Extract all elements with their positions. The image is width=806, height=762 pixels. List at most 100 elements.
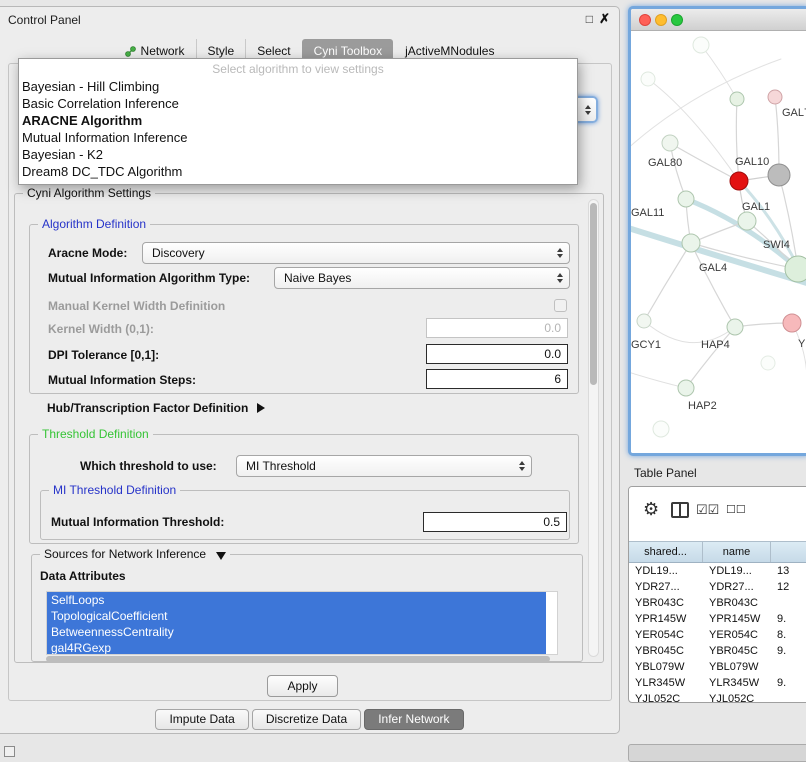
network-node[interactable]: [641, 72, 655, 86]
dpi-tolerance-field[interactable]: 0.0: [426, 344, 568, 364]
table-cell: YPR145W: [703, 613, 771, 625]
dpi-tolerance-label: DPI Tolerance [0,1]:: [48, 348, 159, 362]
attribute-item-betweennesscentrality[interactable]: BetweennessCentrality: [47, 624, 546, 640]
network-node[interactable]: [727, 319, 743, 335]
network-node[interactable]: [738, 212, 756, 230]
table-row[interactable]: YJL052CYJL052C: [629, 691, 806, 702]
table-row[interactable]: YER054CYER054C8.: [629, 627, 806, 643]
node-label-gcy1: GCY1: [631, 339, 661, 351]
dropdown-placeholder: Select algorithm to view settings: [19, 61, 577, 78]
column-header-name[interactable]: name: [703, 542, 771, 562]
table-cell: YLR345W: [703, 677, 771, 689]
columns-icon[interactable]: [671, 502, 689, 518]
zoom-traffic-light[interactable]: [671, 14, 683, 26]
kernel-width-field: 0.0: [426, 318, 568, 338]
network-node[interactable]: [682, 234, 700, 252]
network-edge[interactable]: [701, 45, 737, 99]
which-threshold-label: Which threshold to use:: [80, 459, 217, 473]
minimize-traffic-light[interactable]: [655, 14, 667, 26]
attribute-item-topologicalcoefficient[interactable]: TopologicalCoefficient: [47, 608, 546, 624]
status-bar: [628, 744, 806, 762]
network-canvas[interactable]: GAL7GAL80GAL10GAL11GAL1SWI4GAL4GCY1HAP4Y…: [631, 31, 806, 453]
bottom-tab-discretize-data[interactable]: Discretize Data: [252, 709, 361, 730]
attributes-hscrollbar[interactable]: [46, 656, 550, 662]
network-edge[interactable]: [644, 243, 691, 321]
bottom-tab-impute-data[interactable]: Impute Data: [155, 709, 248, 730]
panel-toggle-icon[interactable]: [4, 746, 15, 757]
table-cell: YBR045C: [703, 645, 771, 657]
network-window-titlebar[interactable]: [631, 9, 806, 31]
attribute-item-selfloops[interactable]: SelfLoops: [47, 592, 546, 608]
table-row[interactable]: YBR043CYBR043C: [629, 595, 806, 611]
table-cell: YDR27...: [703, 581, 771, 593]
table-toolbar: ⚙ ☑☑ ☐☐: [629, 487, 806, 541]
which-threshold-select[interactable]: MI Threshold: [236, 455, 532, 477]
scrollbar-thumb[interactable]: [590, 203, 597, 385]
data-attributes-list[interactable]: SelfLoopsTopologicalCoefficientBetweenne…: [46, 591, 558, 655]
network-node[interactable]: [678, 380, 694, 396]
mi-threshold-field[interactable]: 0.5: [423, 512, 567, 532]
algorithm-definition-group: Algorithm Definition Aracne Mode: Discov…: [29, 224, 579, 394]
table-row[interactable]: YLR345WYLR345W9.: [629, 675, 806, 691]
column-header-col2[interactable]: [771, 542, 806, 562]
network-node[interactable]: [761, 356, 775, 370]
algorithm-dropdown-popup: Select algorithm to view settings Bayesi…: [18, 58, 578, 185]
network-edge[interactable]: [736, 99, 739, 181]
algorithm-option-aracne-algorithm[interactable]: ARACNE Algorithm: [19, 112, 577, 129]
aracne-mode-label: Aracne Mode:: [48, 246, 127, 260]
mi-type-label: Mutual Information Algorithm Type:: [48, 271, 250, 285]
network-graph[interactable]: GAL7GAL80GAL10GAL11GAL1SWI4GAL4GCY1HAP4Y…: [631, 31, 806, 453]
network-node[interactable]: [693, 37, 709, 53]
network-edge[interactable]: [686, 327, 735, 388]
algorithm-dropdown-list: Bayesian - Hill ClimbingBasic Correlatio…: [19, 78, 577, 180]
attribute-item-gal4rgexp[interactable]: gal4RGexp: [47, 640, 546, 655]
select-all-columns-icon[interactable]: ☑☑: [696, 502, 719, 518]
close-traffic-light[interactable]: [639, 14, 651, 26]
sources-expander[interactable]: Sources for Network Inference: [40, 547, 230, 561]
table-panel-title: Table Panel: [634, 466, 697, 480]
mi-type-value: Naive Bayes: [284, 271, 351, 285]
network-node[interactable]: [730, 92, 744, 106]
network-edge[interactable]: [775, 97, 779, 175]
table-row[interactable]: YBR045CYBR045C9.: [629, 643, 806, 659]
aracne-mode-select[interactable]: Discovery: [142, 242, 570, 264]
tab-label: Network: [141, 44, 185, 58]
mi-type-select[interactable]: Naive Bayes: [274, 267, 570, 289]
table-row[interactable]: YDR27...YDR27...12: [629, 579, 806, 595]
table-cell: YLR345W: [629, 677, 703, 689]
network-node[interactable]: [637, 314, 651, 328]
table-cell: YBL079W: [629, 661, 703, 673]
mi-steps-field[interactable]: 6: [426, 369, 568, 389]
settings-scrollbar[interactable]: [588, 199, 599, 657]
network-node[interactable]: [768, 90, 782, 104]
network-view-window: GAL7GAL80GAL10GAL11GAL1SWI4GAL4GCY1HAP4Y…: [628, 6, 806, 456]
tab-label: Select: [257, 44, 290, 58]
table-row[interactable]: YBL079WYBL079W: [629, 659, 806, 675]
hub-definition-expander[interactable]: Hub/Transcription Factor Definition: [47, 400, 265, 416]
close-icon[interactable]: ✗: [599, 11, 610, 27]
network-node[interactable]: [785, 256, 806, 282]
algorithm-option-dream8-dc-tdc-algorithm[interactable]: Dream8 DC_TDC Algorithm: [19, 163, 577, 180]
network-node[interactable]: [678, 191, 694, 207]
algorithm-option-bayesian-k2[interactable]: Bayesian - K2: [19, 146, 577, 163]
algorithm-option-mutual-information-inference[interactable]: Mutual Information Inference: [19, 129, 577, 146]
network-node[interactable]: [768, 164, 790, 186]
deselect-all-columns-icon[interactable]: ☐☐: [726, 503, 746, 516]
network-node[interactable]: [662, 135, 678, 151]
float-window-icon[interactable]: □: [586, 12, 593, 26]
data-attributes-label: Data Attributes: [40, 569, 126, 583]
network-node[interactable]: [653, 421, 669, 437]
table-cell: 12: [771, 581, 806, 593]
network-edge[interactable]: [631, 371, 686, 388]
bottom-tab-infer-network[interactable]: Infer Network: [364, 709, 463, 730]
column-header-shared[interactable]: shared...: [629, 542, 703, 562]
table-row[interactable]: YPR145WYPR145W9.: [629, 611, 806, 627]
algorithm-option-bayesian-hill-climbing[interactable]: Bayesian - Hill Climbing: [19, 78, 577, 95]
node-label-hap4: HAP4: [701, 339, 730, 351]
network-node[interactable]: [730, 172, 748, 190]
algorithm-option-basic-correlation-inference[interactable]: Basic Correlation Inference: [19, 95, 577, 112]
gear-icon[interactable]: ⚙: [643, 499, 659, 520]
network-node[interactable]: [783, 314, 801, 332]
apply-button[interactable]: Apply: [267, 675, 338, 697]
table-row[interactable]: YDL19...YDL19...13: [629, 563, 806, 579]
